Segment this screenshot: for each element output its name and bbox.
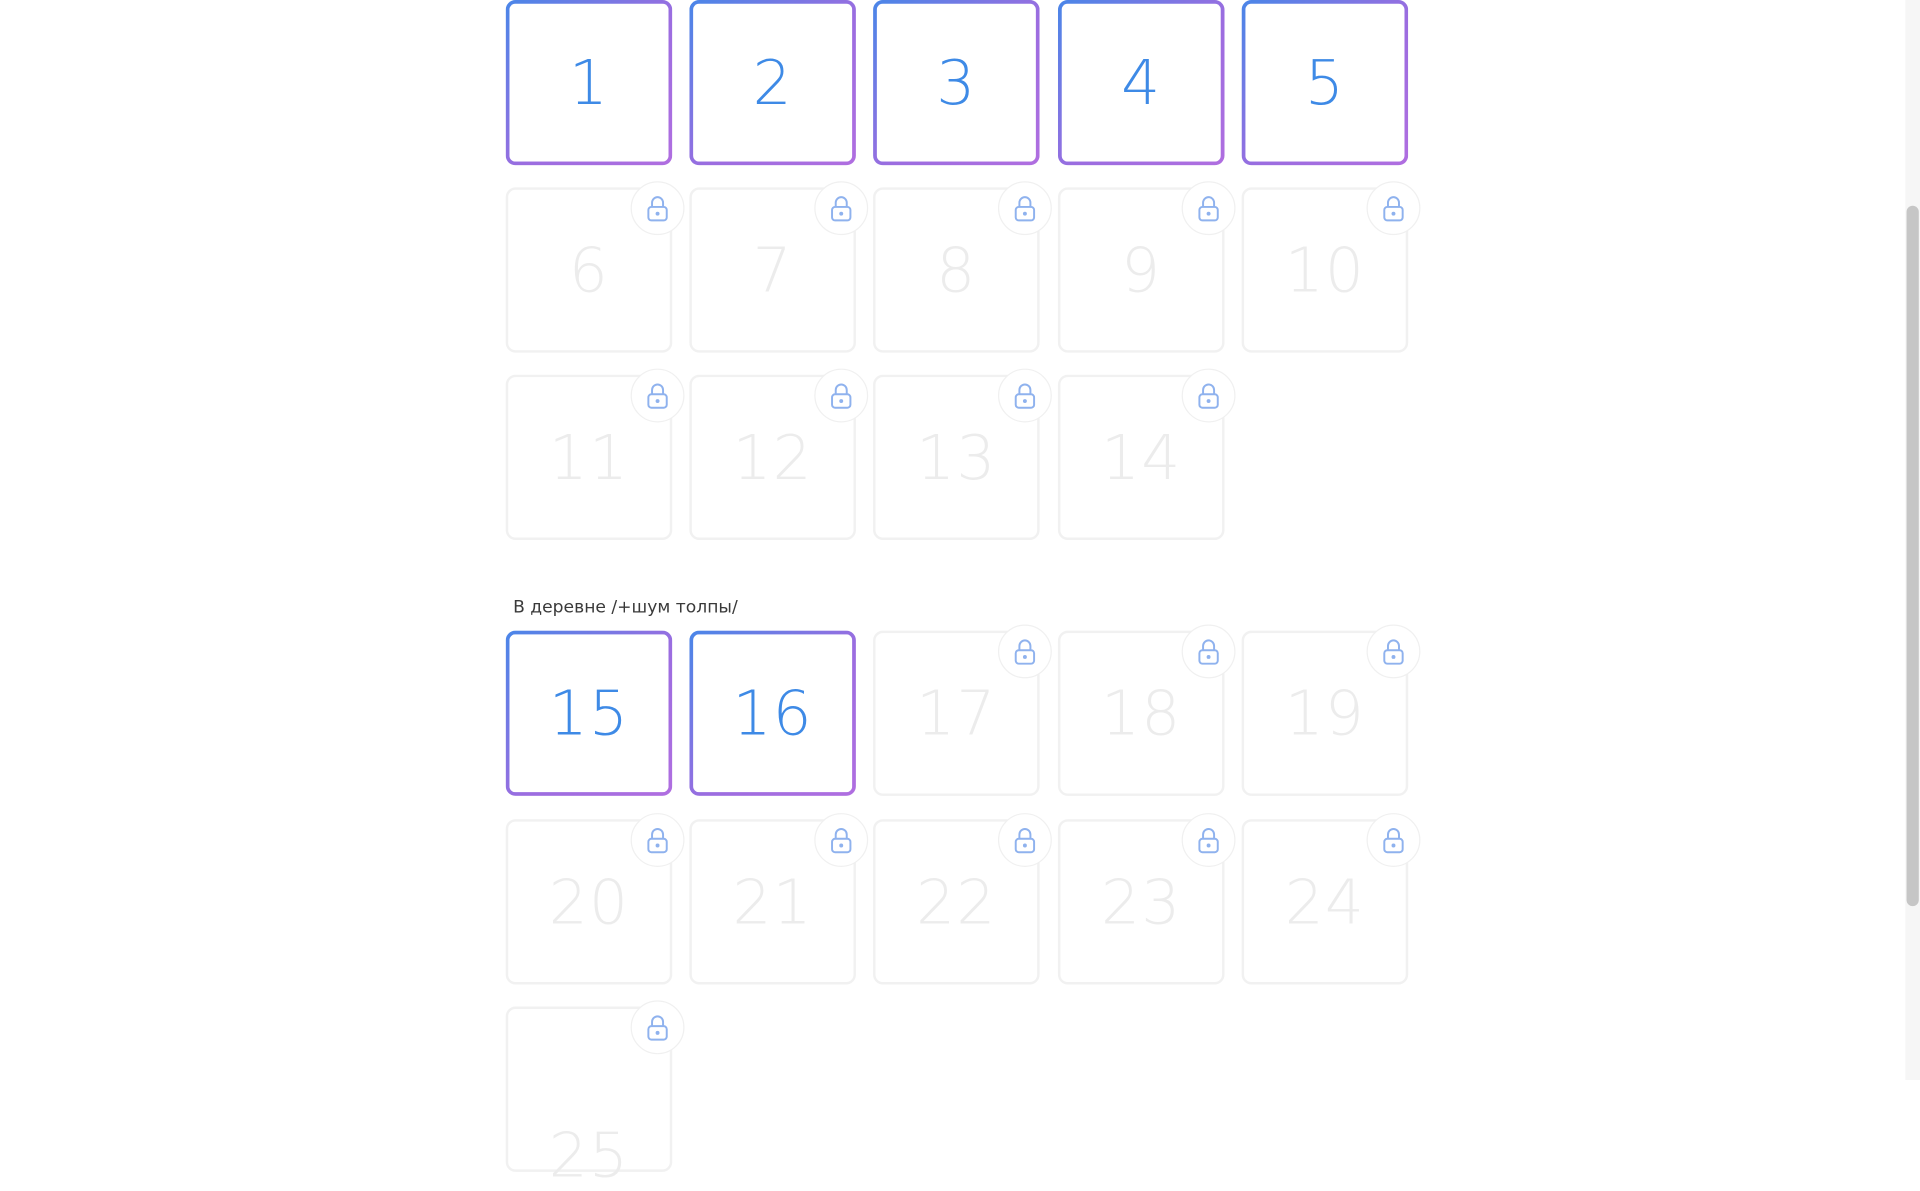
tile-4[interactable]: 4: [1058, 0, 1225, 165]
tile-16[interactable]: 16: [689, 631, 856, 796]
lock-icon: [831, 828, 852, 854]
tile-number: 19: [1284, 677, 1366, 749]
lock-badge: [1181, 813, 1236, 867]
lock-badge: [1366, 813, 1421, 867]
tile-number: 4: [1121, 47, 1162, 119]
tile-number: 21: [732, 866, 813, 938]
tile-number: 8: [936, 234, 977, 306]
lock-icon: [647, 383, 668, 409]
lock-badge: [997, 368, 1052, 423]
lock-icon: [1014, 828, 1036, 854]
tile-number: 23: [1101, 866, 1182, 938]
lock-badge: [1366, 624, 1421, 679]
lock-badge: [997, 624, 1052, 679]
lock-badge: [814, 813, 869, 867]
lock-badge: [630, 181, 685, 236]
tile-number: 20: [548, 866, 630, 938]
lock-badge: [997, 813, 1052, 867]
lock-icon: [1198, 196, 1219, 222]
tile-number: 14: [1101, 421, 1182, 493]
tile-5[interactable]: 5: [1242, 0, 1409, 165]
tile-number: 1: [568, 47, 610, 119]
lock-badge: [630, 1000, 685, 1055]
lock-icon: [1014, 196, 1036, 222]
tile-2[interactable]: 2: [689, 0, 856, 165]
lock-icon: [647, 196, 668, 222]
tile-number: 11: [548, 421, 630, 493]
lock-icon: [1383, 828, 1404, 854]
tile-number: 25: [548, 1120, 630, 1191]
tile-3[interactable]: 3: [873, 0, 1040, 165]
lock-badge: [1366, 181, 1421, 236]
lock-badge: [1181, 181, 1236, 236]
scrollbar-thumb[interactable]: [1906, 205, 1919, 907]
tile-number: 3: [936, 47, 977, 119]
lock-icon: [831, 383, 852, 409]
tile-number: 15: [548, 677, 630, 749]
tile-number: 6: [568, 234, 610, 306]
tile-number: 2: [752, 47, 793, 119]
lock-icon: [647, 1015, 668, 1041]
lock-icon: [1383, 196, 1404, 222]
lock-icon: [1198, 828, 1219, 854]
lock-icon: [647, 828, 668, 854]
tile-number: 10: [1284, 234, 1366, 306]
tile-number: 12: [732, 421, 813, 493]
tile-number: 16: [732, 677, 813, 749]
tile-number: 5: [1304, 47, 1345, 119]
tile-number: 18: [1101, 677, 1182, 749]
tile-15[interactable]: 15: [506, 631, 673, 796]
lock-icon: [1198, 639, 1219, 665]
lock-icon: [1383, 639, 1404, 665]
lock-badge: [814, 368, 869, 423]
lock-icon: [1014, 383, 1036, 409]
tile-number: 7: [752, 234, 793, 306]
lock-badge: [630, 813, 685, 867]
lock-badge: [1181, 368, 1236, 423]
lock-badge: [630, 368, 685, 423]
tile-number: 9: [1121, 234, 1162, 306]
tile-number: 13: [916, 421, 997, 493]
section-title: В деревне /+шум толпы/: [513, 597, 738, 618]
lock-icon: [831, 196, 852, 222]
lock-icon: [1198, 383, 1219, 409]
lock-badge: [1181, 624, 1236, 679]
tile-1[interactable]: 1: [506, 0, 673, 165]
page: 1 2 3 4 5 6 7 8 9 10 11 12 13 14 В дерев…: [0, 0, 1920, 1187]
tile-number: 22: [916, 866, 997, 938]
tile-number: 17: [916, 677, 997, 749]
lock-badge: [814, 181, 869, 236]
tile-number: 24: [1284, 866, 1366, 938]
lock-badge: [997, 181, 1052, 236]
lock-icon: [1014, 639, 1036, 665]
